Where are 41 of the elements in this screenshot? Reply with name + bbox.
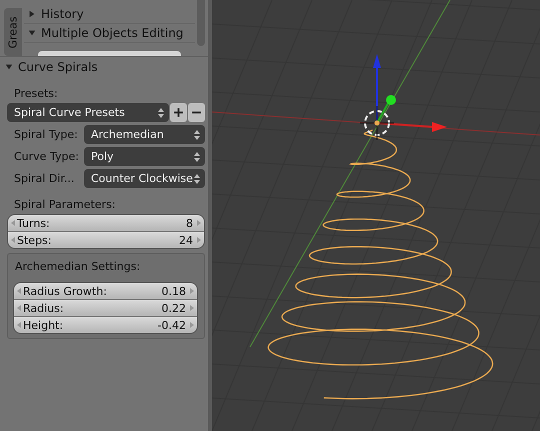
left-arrow-icon bbox=[17, 288, 21, 294]
number-field[interactable]: Steps: 24 bbox=[8, 232, 204, 248]
box-title: Archemedian Settings: bbox=[14, 259, 142, 275]
presets-dropdown[interactable]: Spiral Curve Presets bbox=[7, 103, 169, 122]
field-label: Spiral Dir... bbox=[13, 172, 76, 185]
transform-gizmo[interactable] bbox=[373, 54, 447, 132]
section-label: Spiral Parameters: bbox=[13, 197, 117, 213]
up-down-arrows-icon bbox=[194, 152, 200, 162]
right-arrow-icon bbox=[190, 305, 194, 311]
disclosure-triangle-icon bbox=[5, 63, 13, 71]
up-down-arrows-icon bbox=[194, 130, 200, 140]
3d-viewport[interactable] bbox=[212, 0, 540, 431]
right-arrow-icon bbox=[197, 220, 201, 226]
left-arrow-icon bbox=[11, 237, 15, 243]
dropdown-menu[interactable]: Counter Clockwise bbox=[84, 169, 205, 188]
left-arrow-icon bbox=[17, 305, 21, 311]
plus-icon bbox=[173, 107, 184, 118]
presets-label: Presets: bbox=[13, 86, 59, 102]
disclosure-triangle-icon bbox=[28, 28, 36, 37]
remove-preset-button[interactable] bbox=[188, 103, 205, 122]
disclosure-triangle-icon bbox=[28, 10, 36, 18]
right-arrow-icon bbox=[190, 288, 194, 294]
left-arrow-icon bbox=[17, 322, 21, 328]
right-arrow-icon bbox=[197, 237, 201, 243]
dropdown-menu[interactable]: Archemedian bbox=[84, 125, 205, 144]
left-arrow-icon bbox=[11, 220, 15, 226]
number-field[interactable]: Turns: 8 bbox=[8, 215, 204, 232]
panel-header[interactable]: History bbox=[24, 5, 195, 24]
field-label: Spiral Type: bbox=[13, 128, 79, 141]
right-arrow-icon bbox=[190, 322, 194, 328]
number-field[interactable]: Height: -0.42 bbox=[14, 317, 197, 333]
up-down-arrows-icon bbox=[194, 174, 200, 184]
panel-header[interactable]: Multiple Objects Editing bbox=[24, 24, 195, 43]
dropdown-menu[interactable]: Poly bbox=[84, 147, 205, 166]
number-field[interactable]: Radius: 0.22 bbox=[14, 300, 197, 317]
add-preset-button[interactable] bbox=[170, 103, 187, 122]
number-field[interactable]: Radius Growth: 0.18 bbox=[14, 283, 197, 300]
3d-cursor-icon bbox=[360, 106, 394, 140]
field-label: Curve Type: bbox=[13, 150, 80, 163]
up-down-arrows-icon bbox=[158, 108, 164, 118]
panel-header[interactable]: Curve Spirals bbox=[0, 57, 208, 77]
